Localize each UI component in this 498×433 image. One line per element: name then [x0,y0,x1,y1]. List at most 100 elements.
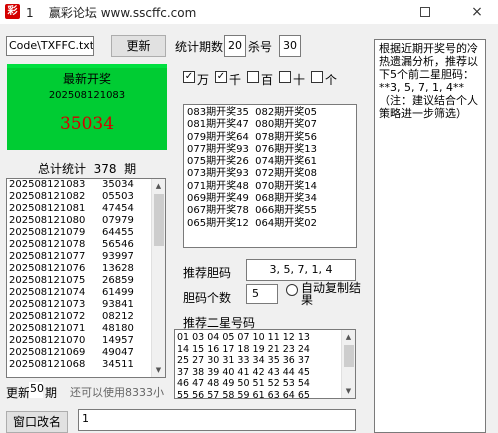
history-period: 202508121083 [9,179,86,190]
history-row[interactable]: 202508121075 26859 [7,275,165,287]
history-row[interactable]: 202508121070 14957 [7,335,165,347]
history-number: 64455 [102,227,134,238]
history-number: 47454 [102,203,134,214]
checkbox-ge[interactable] [311,71,323,83]
history-row[interactable]: 202508121072 08212 [7,311,165,323]
latest-draw-label: 最新开奖 [62,72,111,86]
history-period: 202508121079 [9,227,86,238]
history-period: 202508121073 [9,299,86,310]
kill-number-input[interactable]: 30 [279,35,301,57]
history-period: 202508121068 [9,359,86,370]
history-row[interactable]: 202508121083 35034 [7,179,165,191]
draw-history-line: 083期开奖35 082期开奖05 [187,107,317,118]
scroll-down-icon[interactable]: ▼ [342,384,355,398]
draw-history-textbox[interactable]: 083期开奖35 082期开奖05 081期开奖47 080期开奖07 079期开奖… [183,104,357,248]
checkbox-qian[interactable]: ✓ [215,71,227,83]
history-list[interactable]: 202508121083 35034 202508121082 05503 202508… [6,178,166,378]
scroll-down-icon[interactable]: ▼ [152,363,165,377]
close-button[interactable]: × [462,0,492,24]
recommend-field[interactable]: 3, 5, 7, 1, 4 [246,259,356,281]
history-number: 34511 [102,359,134,370]
history-period: 202508121082 [9,191,86,202]
window-name-input[interactable]: 1 [78,409,356,431]
app-icon: 彩 [5,4,20,19]
history-period: 202508121076 [9,263,86,274]
history-number: 56546 [102,239,134,250]
draw-history-line: 081期开奖47 080期开奖07 [187,119,317,131]
latest-draw-panel: 最新开奖 202508121083 35034 [7,64,167,150]
check-icon: ✓ [216,71,226,82]
history-number: 05503 [102,191,134,202]
scroll-thumb[interactable] [154,194,164,246]
history-period: 202508121071 [9,323,86,334]
restore-icon [420,7,430,17]
history-period: 202508121077 [9,251,86,262]
history-number: 48180 [102,323,134,334]
two-star-line: 25 27 30 31 33 34 35 36 37 [177,355,310,366]
history-row[interactable]: 202508121079 64455 [7,227,165,239]
two-star-line: 37 38 39 40 41 42 43 44 45 [177,366,310,378]
two-star-textbox[interactable]: 01 03 04 05 07 10 11 12 13 14 15 16 17 18… [174,329,356,399]
history-number: 49047 [102,347,134,358]
history-row[interactable]: 202508121080 07979 [7,215,165,227]
history-row[interactable]: 202508121073 93841 [7,299,165,311]
history-period: 202508121070 [9,335,86,346]
file-path-input[interactable]: Code\TXFFC.txt [6,36,94,56]
history-row[interactable]: 202508121077 93997 [7,251,165,263]
history-period: 202508121072 [9,311,86,322]
update-button[interactable]: 更新 [111,35,166,57]
auto-copy-radio[interactable] [286,284,298,296]
draw-history-line: 077期开奖93 076期开奖13 [187,143,317,155]
history-row[interactable]: 202508121078 56546 [7,239,165,251]
history-number: 61499 [102,287,134,298]
history-period: 202508121074 [9,287,86,298]
window-title: 1 赢彩论坛 www.sscffc.com [26,6,197,20]
two-star-line: 55 56 57 58 59 61 63 64 65 [177,389,310,399]
analysis-textbox[interactable]: 根据近期开奖号的冷热遗漏分析，推荐以下5个前二星胆码： **3, 5, 7, 1… [374,39,486,433]
rename-window-button[interactable]: 窗口改名 [6,411,68,433]
update-count-label: 更新 [6,386,31,400]
checkbox-bai-label: 百 [261,73,274,87]
history-number: 26859 [102,275,134,286]
history-number: 13628 [102,263,134,274]
history-row[interactable]: 202508121081 47454 [7,203,165,215]
history-number: 35034 [102,179,134,190]
history-row[interactable]: 202508121069 49047 [7,347,165,359]
scroll-up-icon[interactable]: ▲ [152,179,165,193]
title-bar: 彩 1 赢彩论坛 www.sscffc.com × [0,0,498,24]
history-number: 08212 [102,311,134,322]
history-period: 202508121080 [9,215,86,226]
two-star-line: 14 15 16 17 18 19 21 23 24 [177,343,310,355]
close-icon: × [471,4,483,20]
history-scrollbar[interactable]: ▲ ▼ [151,179,165,377]
history-row[interactable]: 202508121074 61499 [7,287,165,299]
history-period: 202508121069 [9,347,86,358]
history-number: 07979 [102,215,134,226]
auto-copy-label: 自动复制结果 [301,281,362,307]
history-number: 93997 [102,251,134,262]
history-row[interactable]: 202508121068 34511 [7,359,165,371]
update-count-input[interactable]: 50 [29,382,44,398]
two-star-line: 46 47 48 49 50 51 52 53 54 [177,378,310,389]
checkbox-shi[interactable] [279,71,291,83]
scroll-up-icon[interactable]: ▲ [342,330,355,344]
history-row[interactable]: 202508121082 05503 [7,191,165,203]
recommend-label: 推荐胆码 [183,266,232,280]
total-periods-label: 总计统计 378 期 [38,162,137,176]
restore-button[interactable] [410,0,440,24]
scroll-thumb[interactable] [344,345,354,367]
draw-history-line: 079期开奖64 078期开奖56 [187,131,317,143]
two-star-line: 01 03 04 05 07 10 11 12 13 [177,332,310,343]
checkbox-wan[interactable]: ✓ [183,71,195,83]
checkbox-bai[interactable] [247,71,259,83]
history-number: 14957 [102,335,134,346]
checkbox-wan-label: 万 [197,73,210,87]
history-row[interactable]: 202508121071 48180 [7,323,165,335]
history-row[interactable]: 202508121076 13628 [7,263,165,275]
stats-periods-label: 统计期数 [175,40,224,54]
kill-number-label: 杀号 [248,40,273,54]
stats-periods-input[interactable]: 20 [224,35,246,57]
count-label: 胆码个数 [183,291,232,305]
two-star-scrollbar[interactable]: ▲ ▼ [341,330,355,398]
count-field[interactable]: 5 [246,284,278,304]
